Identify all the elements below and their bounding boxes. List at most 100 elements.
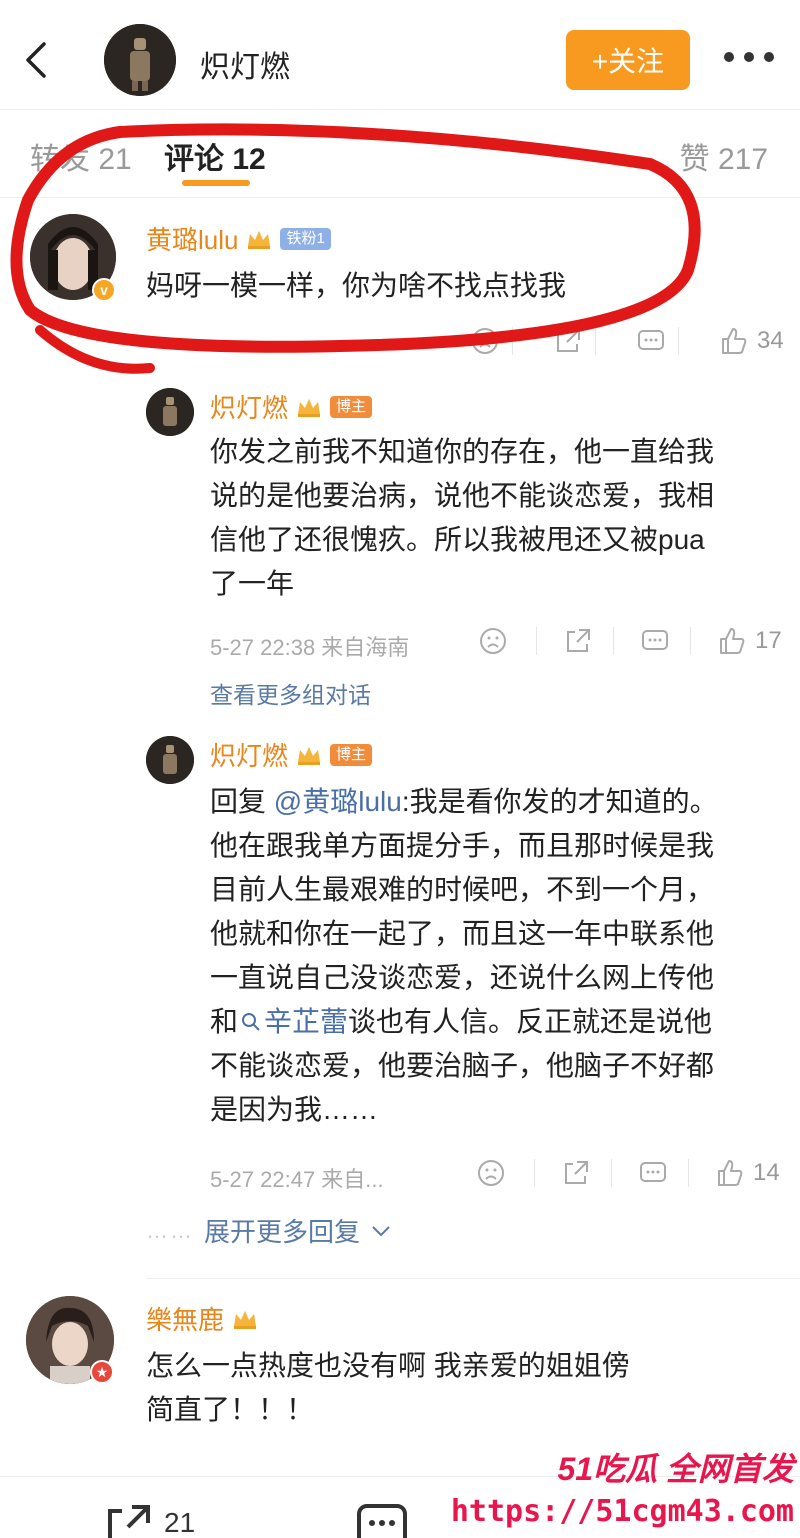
chevron-down-icon bbox=[372, 1225, 390, 1236]
divider bbox=[595, 327, 596, 355]
text-segment: 和 bbox=[210, 1006, 239, 1037]
tab-repost[interactable]: 转发 21 bbox=[30, 134, 132, 178]
username-text: 炽灯燃 bbox=[210, 393, 289, 423]
like-button[interactable]: 17 bbox=[717, 626, 782, 656]
reply-actions: 17 bbox=[478, 626, 782, 656]
divider bbox=[536, 627, 537, 655]
bottom-action-bar: 21 bbox=[0, 1476, 800, 1538]
like-count: 14 bbox=[753, 1159, 780, 1186]
dislike-button[interactable] bbox=[470, 326, 500, 356]
reply-button[interactable] bbox=[638, 1158, 668, 1188]
text-line: 是因为我…… bbox=[210, 1094, 379, 1125]
comment-icon bbox=[638, 330, 664, 350]
reply-actions: 14 bbox=[476, 1158, 780, 1188]
share-button[interactable] bbox=[553, 326, 583, 356]
dots: …… bbox=[146, 1217, 194, 1243]
sad-face-icon bbox=[480, 628, 506, 654]
reply-button[interactable] bbox=[640, 626, 670, 656]
expand-replies-button[interactable]: …… 展开更多回复 bbox=[146, 1212, 392, 1249]
divider bbox=[688, 1159, 689, 1187]
view-more-conversation-link[interactable]: 查看更多组对话 bbox=[210, 676, 371, 710]
text-line: 他就和你在一起了，而且这一年中联系他 bbox=[210, 918, 715, 949]
reply-username[interactable]: 炽灯燃 博主 bbox=[210, 736, 373, 773]
username-text: 黄璐lulu bbox=[146, 225, 239, 255]
like-count: 34 bbox=[757, 327, 784, 354]
username-text: 樂無鹿 bbox=[146, 1305, 225, 1335]
mention-link[interactable]: @黄璐lulu bbox=[274, 786, 402, 817]
share-icon bbox=[108, 1505, 150, 1538]
text-segment: 谈也有人信。反正就还是说他 bbox=[348, 1006, 713, 1037]
crown-icon bbox=[298, 398, 321, 417]
like-button[interactable]: 34 bbox=[719, 326, 784, 356]
text-line: 了一年 bbox=[210, 568, 295, 599]
sad-face-icon bbox=[478, 1160, 504, 1186]
member-badge-icon: ★ bbox=[90, 1360, 114, 1384]
expand-label: 展开更多回复 bbox=[204, 1217, 361, 1247]
repost-count: 21 bbox=[164, 1507, 196, 1538]
text-segment: :我是看你发的才知道的。 bbox=[401, 786, 718, 817]
divider bbox=[512, 327, 513, 355]
text-line: 目前人生最艰难的时候吧，不到一个月， bbox=[210, 874, 715, 905]
text-line: 你发之前我不知道你的存在，他一直给我 bbox=[210, 436, 715, 467]
text-line: 和辛芷蕾谈也有人信。反正就还是说他 bbox=[210, 1000, 718, 1044]
text-line: 信他了还很愧疚。所以我被甩还又被pua bbox=[210, 524, 705, 555]
comment-button[interactable] bbox=[356, 1503, 408, 1538]
author-name[interactable]: 炽灯燃 bbox=[200, 42, 290, 86]
crown-icon bbox=[234, 1310, 257, 1329]
verified-badge-icon: v bbox=[92, 278, 116, 302]
reply-timestamp: 5-27 22:47 来自... bbox=[210, 1167, 384, 1192]
avatar[interactable] bbox=[146, 736, 194, 784]
tab-like[interactable]: 赞 217 bbox=[680, 134, 768, 178]
topic-text: 辛芷蕾 bbox=[264, 1006, 349, 1037]
share-icon bbox=[557, 329, 580, 352]
share-icon bbox=[567, 629, 590, 652]
reply-text: 你发之前我不知道你的存在，他一直给我 说的是他要治病，说他不能谈恋爱，我相 信他… bbox=[210, 430, 714, 606]
topic-search-link[interactable]: 辛芷蕾 bbox=[238, 1006, 348, 1037]
dislike-button[interactable] bbox=[476, 1158, 506, 1188]
divider bbox=[146, 1278, 800, 1279]
follow-button[interactable]: +关注 bbox=[566, 30, 690, 90]
repost-button[interactable]: 21 bbox=[104, 1503, 195, 1538]
thumbs-up-icon bbox=[720, 628, 745, 654]
text-line: 简直了！！！ bbox=[146, 1394, 315, 1425]
back-arrow-icon[interactable] bbox=[18, 40, 58, 80]
reply-username[interactable]: 炽灯燃 博主 bbox=[210, 388, 373, 425]
reply-prefix: 回复 bbox=[210, 786, 267, 817]
like-button[interactable]: 14 bbox=[715, 1158, 780, 1188]
comment-actions: 34 bbox=[470, 326, 784, 356]
share-button[interactable] bbox=[561, 1158, 591, 1188]
search-icon bbox=[242, 1013, 260, 1031]
avatar[interactable] bbox=[146, 388, 194, 436]
tab-comment[interactable]: 评论 12 bbox=[164, 134, 266, 178]
divider bbox=[678, 327, 679, 355]
tab-active-indicator bbox=[182, 180, 250, 186]
comment-icon bbox=[642, 630, 668, 650]
comment-username[interactable]: 黄璐lulu 铁粉1 bbox=[146, 220, 331, 257]
host-badge: 博主 bbox=[330, 395, 373, 418]
dislike-button[interactable] bbox=[478, 626, 508, 656]
reply-text: 回复 @黄璐lulu:我是看你发的才知道的。 他在跟我单方面提分手，而且那时候是… bbox=[210, 780, 718, 1132]
text-line: 回复 @黄璐lulu:我是看你发的才知道的。 bbox=[210, 780, 718, 824]
comment-text: 妈呀一模一样，你为啥不找点找我 bbox=[146, 270, 567, 301]
comment-icon bbox=[357, 1504, 407, 1538]
divider bbox=[534, 1159, 535, 1187]
text-line: 怎么一点热度也没有啊 我亲爱的姐姐傍 bbox=[146, 1350, 630, 1381]
reply-button[interactable] bbox=[636, 326, 666, 356]
share-button[interactable] bbox=[563, 626, 593, 656]
divider bbox=[690, 627, 691, 655]
divider bbox=[613, 627, 614, 655]
author-avatar[interactable] bbox=[104, 24, 176, 96]
thumbs-up-icon bbox=[718, 1160, 743, 1186]
thumbs-up-icon bbox=[722, 328, 747, 354]
text-line: 一直说自己没谈恋爱，还说什么网上传他 bbox=[210, 962, 715, 993]
comment-icon bbox=[640, 1162, 666, 1182]
more-options-icon[interactable] bbox=[724, 42, 774, 72]
tab-bar: 转发 21 评论 12 赞 217 bbox=[0, 110, 800, 198]
comment-username[interactable]: 樂無鹿 bbox=[146, 1300, 258, 1337]
top-bar: 炽灯燃 +关注 bbox=[0, 0, 800, 110]
text-line: 他在跟我单方面提分手，而且那时候是我 bbox=[210, 830, 715, 861]
crown-icon bbox=[248, 230, 271, 249]
text-line: 不能谈恋爱，他要治脑子，他脑子不好都 bbox=[210, 1050, 715, 1081]
comment-text: 怎么一点热度也没有啊 我亲爱的姐姐傍 简直了！！！ bbox=[146, 1344, 630, 1432]
fan-badge: 铁粉1 bbox=[280, 227, 331, 250]
